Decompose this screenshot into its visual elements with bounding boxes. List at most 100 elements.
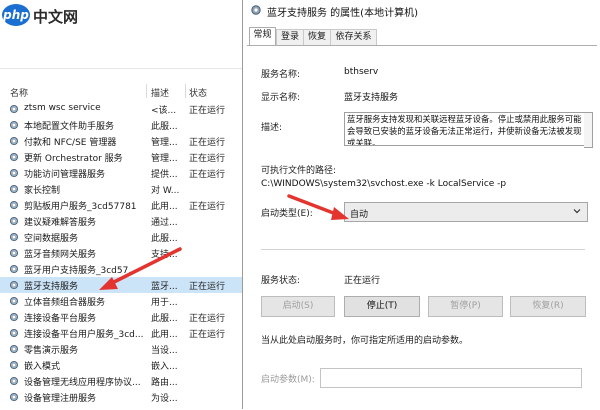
service-status: 正在运行	[189, 138, 226, 148]
service-description: 支持...	[151, 250, 178, 260]
service-description: 用于...	[151, 298, 178, 308]
service-description: 路由...	[151, 378, 178, 388]
service-gear-icon	[9, 216, 19, 226]
service-description: 管理...	[151, 154, 178, 164]
service-description: <该...	[151, 106, 177, 116]
column-divider[interactable]	[146, 84, 147, 98]
service-description: 蓝牙...	[151, 282, 178, 292]
start-button[interactable]: 启动(S)	[261, 296, 335, 317]
service-gear-icon	[9, 344, 19, 354]
executable-path-label: 可执行文件的路径:	[261, 166, 337, 176]
service-row[interactable]: ztsm wsc service <该... 正在运行	[0, 101, 242, 117]
service-row[interactable]: 本地配置文件助手服务 此服...	[0, 117, 242, 133]
service-row[interactable]: 蓝牙支持服务 蓝牙... 正在运行	[0, 277, 242, 293]
service-row[interactable]: 蓝牙用户支持服务_3cd57...	[0, 261, 242, 277]
service-gear-icon	[9, 120, 19, 130]
service-gear-icon	[9, 248, 19, 258]
service-gear-icon	[9, 264, 19, 274]
service-name: 付款和 NFC/SE 管理器	[24, 138, 117, 148]
column-header-description[interactable]: 描述	[151, 86, 169, 99]
service-gear-icon	[9, 232, 19, 242]
services-list-panel: php 中文网 名称 描述 状态 ztsm wsc service <该... 正在…	[0, 0, 242, 409]
service-row[interactable]: 连接设备平台服务 此服... 正在运行	[0, 309, 242, 325]
description-label: 描述:	[261, 123, 283, 133]
service-name: 连接设备平台服务	[24, 314, 97, 324]
service-name: 连接设备平台用户服务_3cd...	[24, 330, 144, 340]
service-name: 剪贴板用户服务_3cd57781	[24, 202, 137, 212]
service-description: 此服...	[151, 122, 178, 132]
service-name: 嵌入模式	[24, 362, 61, 372]
description-scrollbar[interactable]	[584, 112, 593, 148]
service-status: 正在运行	[189, 154, 226, 164]
service-gear-icon	[9, 312, 19, 322]
service-row[interactable]: 付款和 NFC/SE 管理器 管理... 正在运行	[0, 133, 242, 149]
service-status: 正在运行	[189, 106, 226, 116]
dialog-title: 蓝牙支持服务 的属性(本地计算机)	[267, 8, 418, 19]
stop-button[interactable]: 停止(T)	[344, 296, 420, 317]
service-row[interactable]: 功能访问管理器服务 提供... 正在运行	[0, 165, 242, 181]
service-description: 嵌入...	[151, 362, 178, 372]
service-name: 蓝牙支持服务	[24, 282, 79, 292]
service-description: 当设...	[151, 346, 178, 356]
service-row[interactable]: 立体音频组合器服务 用于...	[0, 293, 242, 309]
service-gear-icon	[9, 104, 19, 114]
display-name-label: 显示名称:	[261, 93, 301, 103]
service-row[interactable]: 设备管理无线应用程序协议... 路由...	[0, 373, 242, 389]
service-row[interactable]: 零售演示服务 当设...	[0, 341, 242, 357]
service-gear-icon	[9, 184, 19, 194]
watermark-logo: php 中文网	[2, 3, 82, 29]
service-row[interactable]: 嵌入模式 嵌入...	[0, 357, 242, 373]
startup-type-value: 自动	[350, 210, 369, 220]
service-gear-icon	[9, 360, 19, 370]
service-gear-icon	[9, 200, 19, 210]
executable-path-value: C:\WINDOWS\system32\svchost.exe -k Local…	[261, 179, 507, 189]
tab-logon[interactable]: 登录	[276, 29, 304, 45]
service-name: 本地配置文件助手服务	[24, 122, 115, 132]
service-gear-icon	[9, 376, 19, 386]
service-name: 更新 Orchestrator 服务	[24, 154, 123, 164]
service-name: 立体音频组合器服务	[24, 298, 106, 308]
service-name: 设备管理注册服务	[24, 394, 97, 404]
service-description: 提供...	[151, 170, 178, 180]
service-gear-icon	[9, 280, 19, 290]
service-row[interactable]: 剪贴板用户服务_3cd57781 此用... 正在运行	[0, 197, 242, 213]
service-status: 正在运行	[189, 202, 226, 212]
service-row[interactable]: 家长控制 对 W...	[0, 181, 242, 197]
service-name: 蓝牙音频网关服务	[24, 250, 97, 260]
service-row[interactable]: 连接设备平台用户服务_3cd... 此用... 正在运行	[0, 325, 242, 341]
service-description: 此用...	[151, 330, 178, 340]
list-toolbar	[0, 38, 242, 69]
tab-dependencies[interactable]: 依存关系	[330, 29, 377, 45]
start-parameters-input[interactable]	[320, 368, 582, 388]
column-header-status[interactable]: 状态	[189, 86, 207, 99]
column-header-name[interactable]: 名称	[10, 86, 28, 99]
tab-general[interactable]: 常规	[249, 27, 276, 46]
list-header: 名称 描述 状态	[0, 82, 242, 100]
service-name: 空间数据服务	[24, 234, 79, 244]
service-status: 正在运行	[189, 282, 226, 292]
chevron-down-icon	[573, 209, 581, 214]
service-gear-icon	[9, 392, 19, 402]
description-textbox[interactable]: 蓝牙服务支持发现和关联远程蓝牙设备。停止或禁用此服务可能会导致已安装的蓝牙设备无…	[344, 112, 590, 146]
start-parameters-label: 启动参数(M):	[261, 375, 315, 385]
startup-type-select[interactable]: 自动	[344, 202, 588, 222]
service-row[interactable]: 空间数据服务 此服...	[0, 229, 242, 245]
service-status: 正在运行	[189, 314, 226, 324]
column-divider[interactable]	[185, 84, 186, 98]
service-description: 此服...	[151, 234, 178, 244]
service-description: 管理...	[151, 138, 178, 148]
service-gear-icon	[251, 5, 261, 15]
service-row[interactable]: 设备管理注册服务 为设...	[0, 389, 242, 405]
service-row[interactable]: 更新 Orchestrator 服务 管理... 正在运行	[0, 149, 242, 165]
service-name: ztsm wsc service	[24, 103, 101, 113]
start-parameters-hint: 当从此处启动服务时，你可指定所适用的启动参数。	[261, 336, 469, 346]
pause-button[interactable]: 暂停(P)	[428, 296, 503, 317]
tab-recovery[interactable]: 恢复	[303, 29, 331, 45]
service-gear-icon	[9, 152, 19, 162]
service-name-label: 服务名称:	[261, 70, 301, 80]
service-status-value: 正在运行	[344, 276, 381, 286]
service-row[interactable]: 建议疑难解答服务 通过...	[0, 213, 242, 229]
service-row[interactable]: 蓝牙音频网关服务 支持...	[0, 245, 242, 261]
resume-button[interactable]: 恢复(R)	[510, 296, 586, 317]
service-gear-icon	[9, 296, 19, 306]
